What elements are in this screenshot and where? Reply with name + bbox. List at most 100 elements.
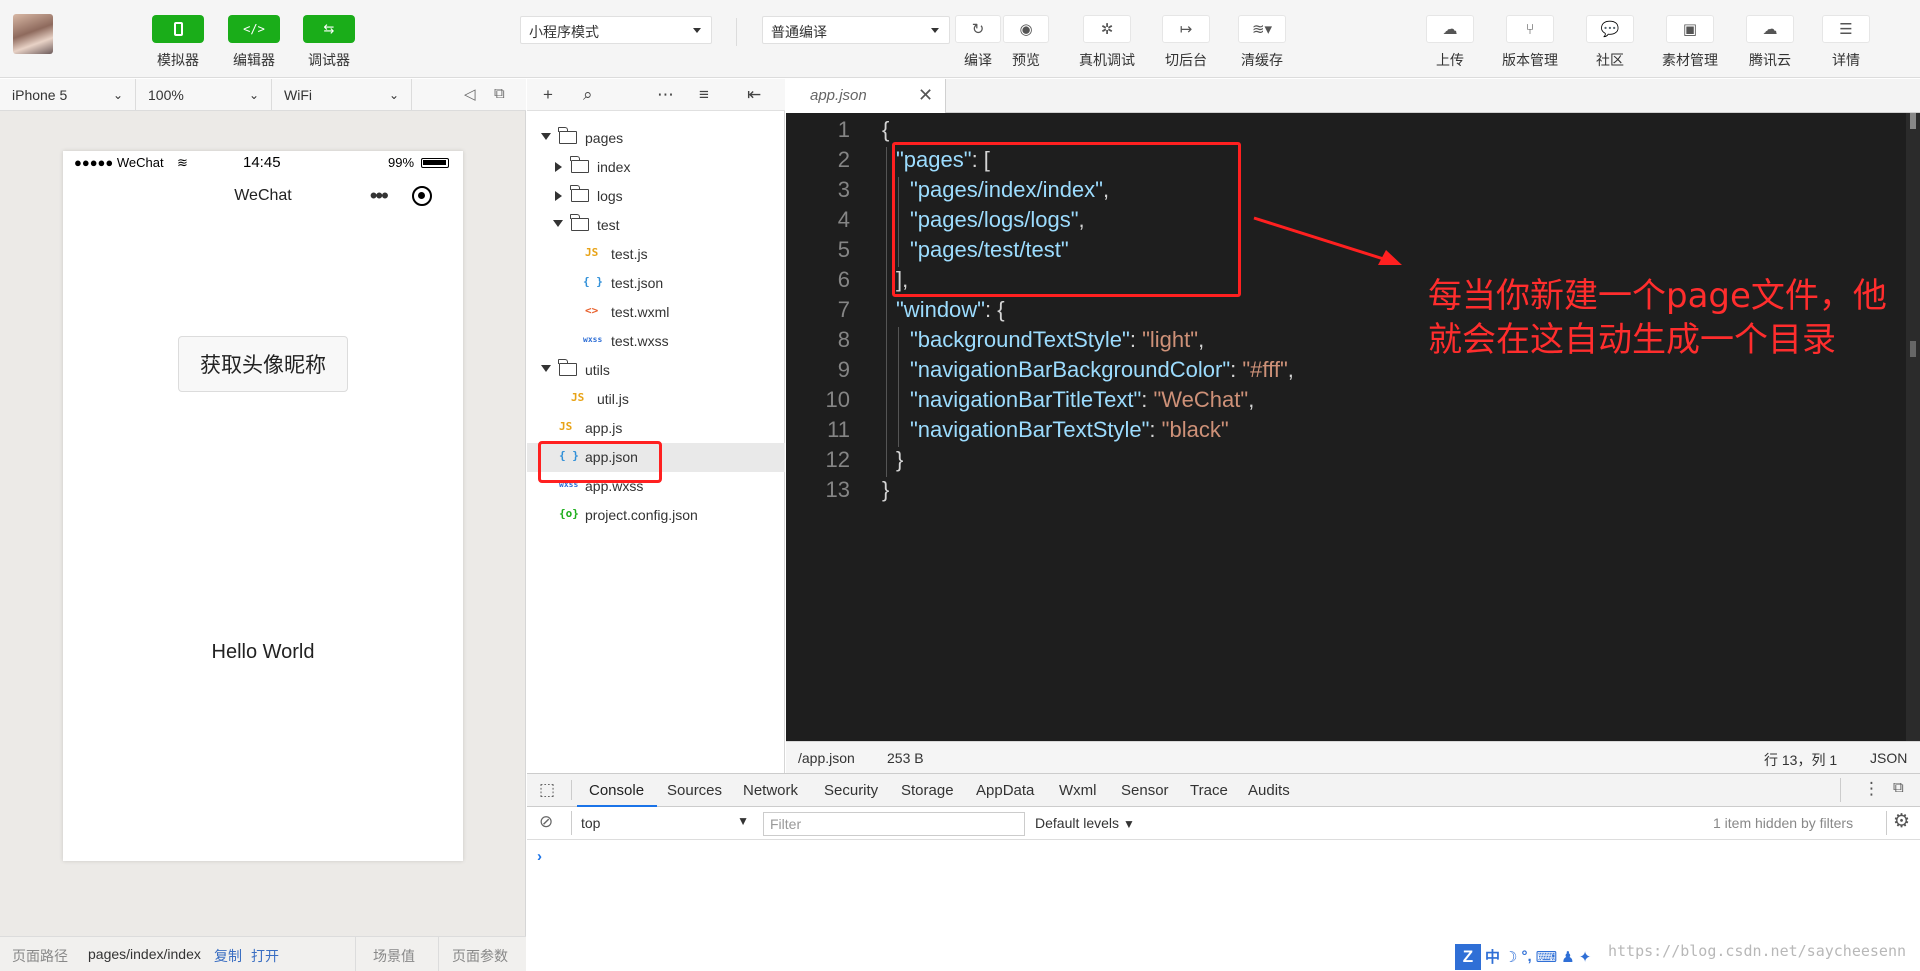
- ime-skin-icon[interactable]: ♟: [1561, 948, 1574, 966]
- background-button[interactable]: ↦: [1162, 15, 1210, 43]
- tab-trace[interactable]: Trace: [1190, 782, 1228, 799]
- close-target-icon[interactable]: [412, 186, 433, 206]
- ime-moon-icon[interactable]: ☽: [1504, 948, 1517, 966]
- editor-status-bar: /app.json 253 B 行 13，列 1 JSON: [786, 741, 1920, 773]
- debugger-toggle-button[interactable]: ⇆: [303, 15, 355, 43]
- mode-select[interactable]: 小程序模式: [520, 16, 712, 44]
- editor-tab-bar: app.json ✕: [786, 79, 1920, 113]
- tree-folder-index[interactable]: index: [527, 153, 785, 182]
- user-avatar[interactable]: [13, 14, 53, 54]
- remote-debug-label: 真机调试: [1079, 52, 1135, 68]
- battery-percent: 99%: [388, 155, 415, 170]
- tab-sensor[interactable]: Sensor: [1121, 782, 1169, 799]
- line-number: 6: [837, 267, 850, 292]
- tree-file-project-config[interactable]: {o} project.config.json: [527, 501, 785, 530]
- more-dots-icon[interactable]: •••: [370, 185, 389, 207]
- editor-scrollbar[interactable]: [1906, 113, 1920, 741]
- add-icon[interactable]: +: [543, 85, 553, 105]
- tab-sources[interactable]: Sources: [667, 782, 722, 799]
- mute-icon[interactable]: ◁: [464, 85, 476, 103]
- editor-toggle-button[interactable]: </>: [228, 15, 280, 43]
- tab-storage[interactable]: Storage: [901, 782, 954, 799]
- tree-folder-test[interactable]: test: [527, 211, 785, 240]
- branch-icon: ⑂: [1525, 20, 1535, 38]
- gear-icon[interactable]: ⚙: [1893, 810, 1910, 833]
- status-file-size: 253 B: [887, 750, 924, 766]
- tree-file-test-js[interactable]: JS test.js: [527, 240, 785, 269]
- ime-keyboard-icon[interactable]: ⌨: [1536, 948, 1558, 966]
- get-avatar-nickname-button[interactable]: 获取头像昵称: [178, 336, 348, 392]
- inspect-element-icon[interactable]: ⬚: [539, 780, 555, 800]
- code-token: "navigationBarTextStyle": [910, 417, 1150, 442]
- tab-console[interactable]: Console: [589, 782, 644, 799]
- tencent-cloud-button[interactable]: ☁: [1746, 15, 1794, 43]
- scrollbar-thumb[interactable]: [1910, 113, 1916, 129]
- file-tree-toolbar: + ⌕ ⋯ ≡ ⇤: [527, 79, 785, 111]
- community-label: 社区: [1596, 52, 1624, 68]
- detach-icon[interactable]: ⧉: [494, 85, 505, 102]
- ime-tools-icon[interactable]: ✦: [1579, 948, 1592, 966]
- more-icon[interactable]: ⋯: [657, 85, 674, 105]
- collapse-arrow-icon: [555, 191, 562, 201]
- simulator-toggle-button[interactable]: [152, 15, 204, 43]
- status-language[interactable]: JSON: [1870, 750, 1907, 766]
- network-value: WiFi: [284, 87, 312, 103]
- wxss-file-icon: wxss: [583, 335, 603, 344]
- tree-file-test-wxss[interactable]: wxss test.wxss: [527, 327, 785, 356]
- log-levels-select[interactable]: Default levels ▼: [1035, 815, 1135, 831]
- preview-button[interactable]: ◉: [1003, 15, 1049, 43]
- status-cursor-position[interactable]: 行 13，列 1: [1764, 750, 1837, 770]
- expand-arrow-icon: [541, 365, 551, 372]
- clear-cache-button[interactable]: ≋▾: [1238, 15, 1286, 43]
- tab-divider: [571, 780, 572, 800]
- details-button[interactable]: ☰: [1822, 15, 1870, 43]
- tab-audits[interactable]: Audits: [1248, 782, 1290, 799]
- tree-folder-utils[interactable]: utils: [527, 356, 785, 385]
- console-filter-input[interactable]: Filter: [763, 812, 1025, 836]
- zoom-select[interactable]: 100% ⌄: [136, 79, 272, 111]
- tree-file-test-wxml[interactable]: <> test.wxml: [527, 298, 785, 327]
- hide-tree-icon[interactable]: ⇤: [747, 85, 761, 105]
- tree-file-test-json[interactable]: { } test.json: [527, 269, 785, 298]
- context-select[interactable]: top ▼: [581, 811, 753, 835]
- refresh-icon: ↻: [971, 21, 985, 38]
- collapse-icon[interactable]: ≡: [699, 85, 709, 105]
- compile-mode-select[interactable]: 普通编译: [762, 16, 950, 44]
- page-params-button[interactable]: 页面参数: [452, 946, 508, 966]
- close-icon[interactable]: ✕: [918, 85, 933, 106]
- capsule-menu[interactable]: •••: [357, 181, 445, 211]
- tree-file-util-js[interactable]: JS util.js: [527, 385, 785, 414]
- more-options-icon[interactable]: ⋮: [1863, 779, 1880, 799]
- clear-console-icon[interactable]: ⊘: [539, 812, 553, 832]
- remote-debug-button[interactable]: ✲: [1083, 15, 1131, 43]
- device-select[interactable]: iPhone 5 ⌄: [0, 79, 136, 111]
- code-token: "#fff": [1242, 357, 1288, 382]
- copy-link[interactable]: 复制: [214, 946, 242, 966]
- open-link[interactable]: 打开: [251, 946, 279, 966]
- compile-button[interactable]: ↻: [955, 15, 1001, 43]
- tab-network[interactable]: Network: [743, 782, 798, 799]
- ime-chinese-toggle[interactable]: 中: [1485, 946, 1500, 967]
- upload-button[interactable]: ☁: [1426, 15, 1474, 43]
- tencent-cloud-label: 腾讯云: [1749, 52, 1791, 68]
- undock-icon[interactable]: ⧉: [1893, 779, 1904, 796]
- network-select[interactable]: WiFi ⌄: [272, 79, 412, 111]
- tree-folder-pages[interactable]: pages: [527, 124, 785, 153]
- tab-wxml[interactable]: Wxml: [1059, 782, 1097, 799]
- tab-security[interactable]: Security: [824, 782, 878, 799]
- tree-file-app-js[interactable]: JS app.js: [527, 414, 785, 443]
- assets-button[interactable]: ▣: [1666, 15, 1714, 43]
- console-prompt[interactable]: ›: [537, 848, 542, 865]
- ime-punct-icon[interactable]: °,: [1521, 948, 1531, 965]
- code-token: : {: [985, 297, 1005, 322]
- phone-screen: ●●●●● WeChat ≋ 14:45 99% WeChat ••• 获取头像…: [63, 151, 463, 861]
- tree-folder-logs[interactable]: logs: [527, 182, 785, 211]
- community-button[interactable]: 💬: [1586, 15, 1634, 43]
- scene-button[interactable]: 场景值: [373, 946, 415, 966]
- version-button[interactable]: ⑂: [1506, 15, 1554, 43]
- tab-appdata[interactable]: AppData: [976, 782, 1034, 799]
- tab-app-json[interactable]: app.json ✕: [786, 79, 946, 113]
- ime-logo-icon[interactable]: Z: [1455, 943, 1481, 970]
- clear-cache-label: 清缓存: [1241, 52, 1283, 68]
- search-icon[interactable]: ⌕: [583, 85, 593, 105]
